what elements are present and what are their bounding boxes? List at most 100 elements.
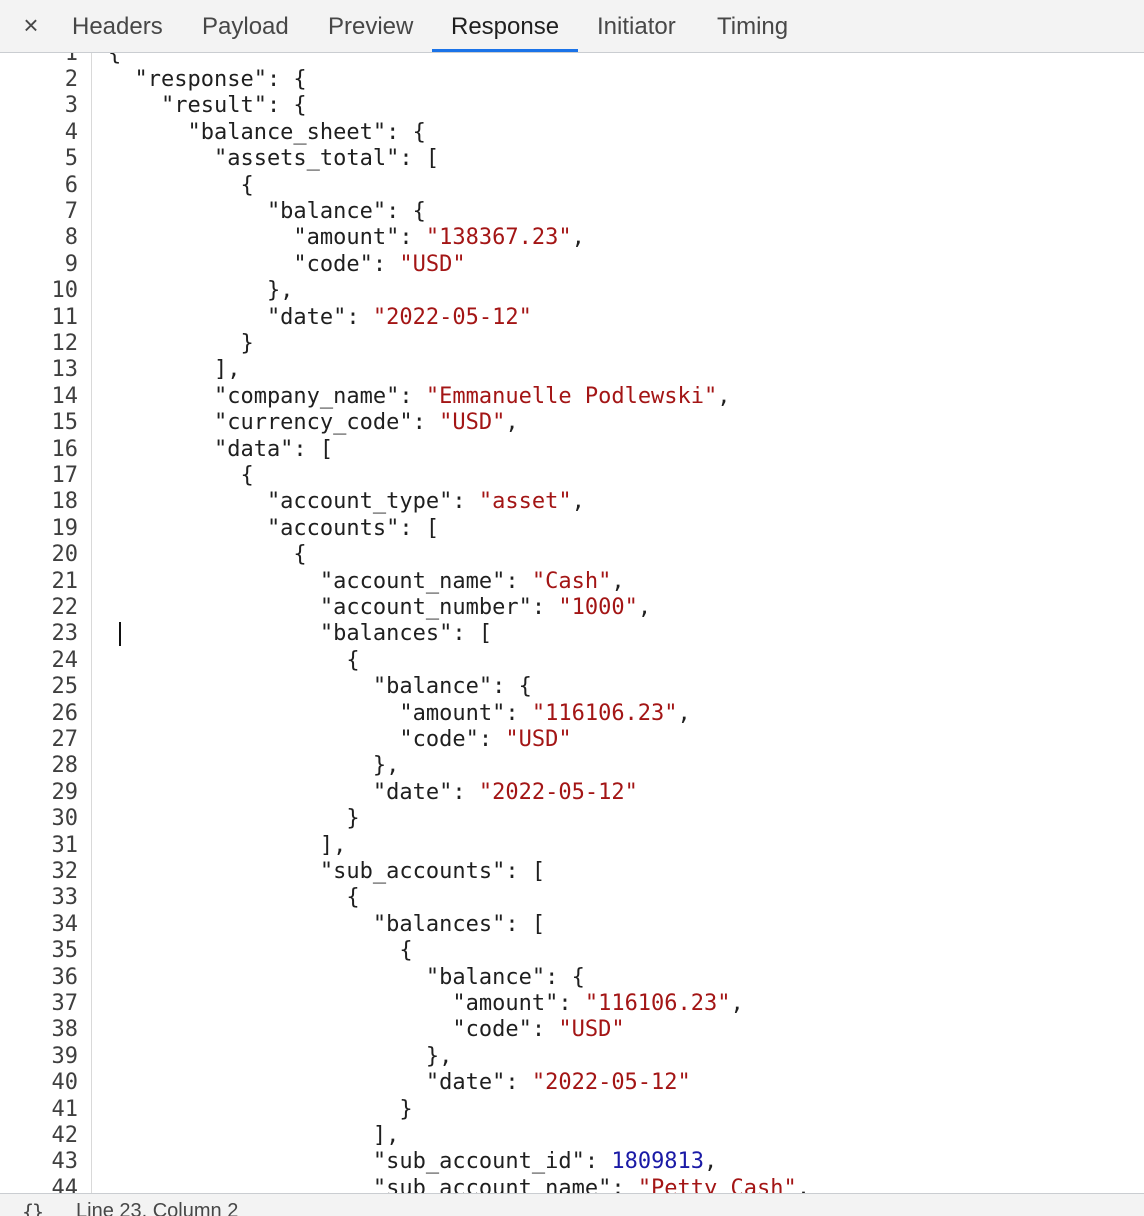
line-number: 10: [51, 278, 79, 304]
code-text: "sub_account_name": "Petty Cash",: [108, 1176, 810, 1193]
code-line: 43 "sub_account_id": 1809813,: [0, 1149, 1144, 1175]
code-text: "code": "USD": [108, 1017, 624, 1043]
code-text: {: [108, 647, 360, 674]
line-number: 24: [51, 647, 79, 673]
line-number: 14: [51, 383, 79, 409]
code-line: 4 "balance_sheet": {: [0, 120, 1144, 146]
code-text: {: [108, 542, 306, 568]
code-line: 12 }: [0, 331, 1144, 357]
pretty-print-icon[interactable]: {}: [22, 1200, 44, 1216]
string-token: "138367.23": [425, 225, 572, 251]
code-line: 25 "balance": {: [0, 674, 1144, 700]
code-text: "balances": [: [108, 912, 545, 938]
code-text: "date": "2022-05-12": [108, 305, 532, 331]
punctuation-token: "sub_accounts": [: [108, 858, 546, 884]
response-code-viewer[interactable]: 1{2 "response": { 3 "result": {4 "balance…: [0, 53, 1144, 1193]
tab-preview[interactable]: Preview: [328, 0, 413, 53]
code-line: 1{: [0, 53, 1144, 67]
code-line: 37 "amount": "116106.23",: [0, 991, 1144, 1017]
code-text: "account_type": "asset",: [108, 489, 585, 515]
tab-response[interactable]: Response: [451, 0, 559, 53]
string-token: "USD": [439, 410, 506, 436]
code-text: "account_number": "1000",: [108, 595, 651, 621]
punctuation-token: },: [108, 1043, 453, 1069]
string-token: "2022-05-12": [478, 779, 638, 805]
punctuation-token: ,: [571, 489, 585, 515]
line-number: 2: [64, 66, 78, 92]
line-number: 41: [51, 1096, 79, 1122]
code-line: 17 {: [0, 463, 1144, 489]
punctuation-token: ],: [108, 1122, 400, 1148]
line-number: 39: [51, 1043, 79, 1069]
active-tab-indicator: [432, 49, 578, 52]
code-line: 44 "sub_account_name": "Petty Cash",: [0, 1176, 1144, 1193]
punctuation-token: ,: [677, 700, 691, 726]
line-number: 11: [51, 304, 79, 330]
code-text: ],: [108, 832, 347, 859]
code-text: {: [108, 885, 360, 911]
string-token: "Petty Cash": [637, 1175, 797, 1193]
code-text: },: [108, 753, 400, 779]
line-number: 28: [51, 753, 79, 779]
code-line: 42 ],: [0, 1123, 1144, 1149]
punctuation-token: ,: [717, 383, 731, 409]
tab-payload[interactable]: Payload: [202, 0, 289, 53]
code-line: 41 }: [0, 1097, 1144, 1123]
line-number: 34: [51, 911, 79, 937]
punctuation-token: {: [108, 647, 360, 673]
line-number: 9: [64, 251, 78, 277]
line-number: 3: [64, 93, 78, 119]
code-text: {: [108, 938, 413, 964]
code-text: "balance": {: [108, 674, 532, 700]
code-line: 27 "code": "USD": [0, 727, 1144, 753]
code-line: 9 "code": "USD": [0, 252, 1144, 278]
punctuation-token: {: [108, 885, 360, 911]
code-line: 21 "account_name": "Cash",: [0, 569, 1144, 595]
code-line: 5 "assets_total": [: [0, 146, 1144, 172]
line-number: 22: [51, 594, 79, 620]
code-text: "assets_total": [: [108, 146, 439, 172]
tab-initiator[interactable]: Initiator: [597, 0, 676, 53]
punctuation-token: {: [108, 938, 413, 964]
punctuation-token: "result": {: [108, 93, 307, 119]
code-text: "balances": [: [108, 621, 492, 647]
line-number: 33: [51, 885, 79, 911]
line-number: 8: [64, 225, 78, 251]
punctuation-token: "sub_account_id":: [108, 1149, 612, 1175]
code-text: "data": [: [108, 437, 333, 463]
code-text: "code": "USD": [108, 252, 465, 278]
code-text: "response": {: [108, 67, 306, 93]
tab-timing[interactable]: Timing: [717, 0, 788, 53]
code-line: 7 "balance": {: [0, 199, 1144, 225]
line-number: 12: [51, 330, 79, 356]
punctuation-token: "balance": {: [108, 674, 532, 700]
code-text: "code": "USD": [108, 727, 571, 753]
code-text: "balance_sheet": {: [108, 120, 425, 146]
code-text: "date": "2022-05-12": [108, 1070, 691, 1096]
code-line: 14 "company_name": "Emmanuelle Podlewski…: [0, 384, 1144, 410]
code-text: }: [108, 806, 359, 832]
code-text: "sub_account_id": 1809813,: [108, 1149, 717, 1175]
code-text: "amount": "116106.23",: [108, 700, 691, 727]
code-line: 18 "account_type": "asset",: [0, 489, 1144, 515]
code-line: 28 },: [0, 753, 1144, 779]
code-line: 8 "amount": "138367.23",: [0, 225, 1144, 251]
punctuation-token: "amount":: [108, 700, 532, 726]
code-line: 23 "balances": [: [0, 621, 1144, 647]
code-text: {: [108, 173, 253, 199]
line-number: 30: [51, 806, 79, 832]
punctuation-token: ],: [108, 832, 347, 858]
code-text: "balance": {: [108, 199, 426, 225]
tab-headers[interactable]: Headers: [72, 0, 163, 53]
punctuation-token: },: [108, 278, 294, 304]
punctuation-token: "account_number":: [108, 594, 559, 620]
line-number: 26: [51, 700, 79, 726]
punctuation-token: "data": [: [108, 436, 334, 462]
code-line: 40 "date": "2022-05-12": [0, 1070, 1144, 1096]
punctuation-token: {: [108, 53, 122, 66]
line-number: 44: [51, 1175, 79, 1193]
code-line: 22 "account_number": "1000",: [0, 595, 1144, 621]
number-token: 1809813: [611, 1149, 705, 1175]
punctuation-token: "balance": {: [108, 964, 585, 990]
close-icon[interactable]: ×: [19, 10, 43, 40]
